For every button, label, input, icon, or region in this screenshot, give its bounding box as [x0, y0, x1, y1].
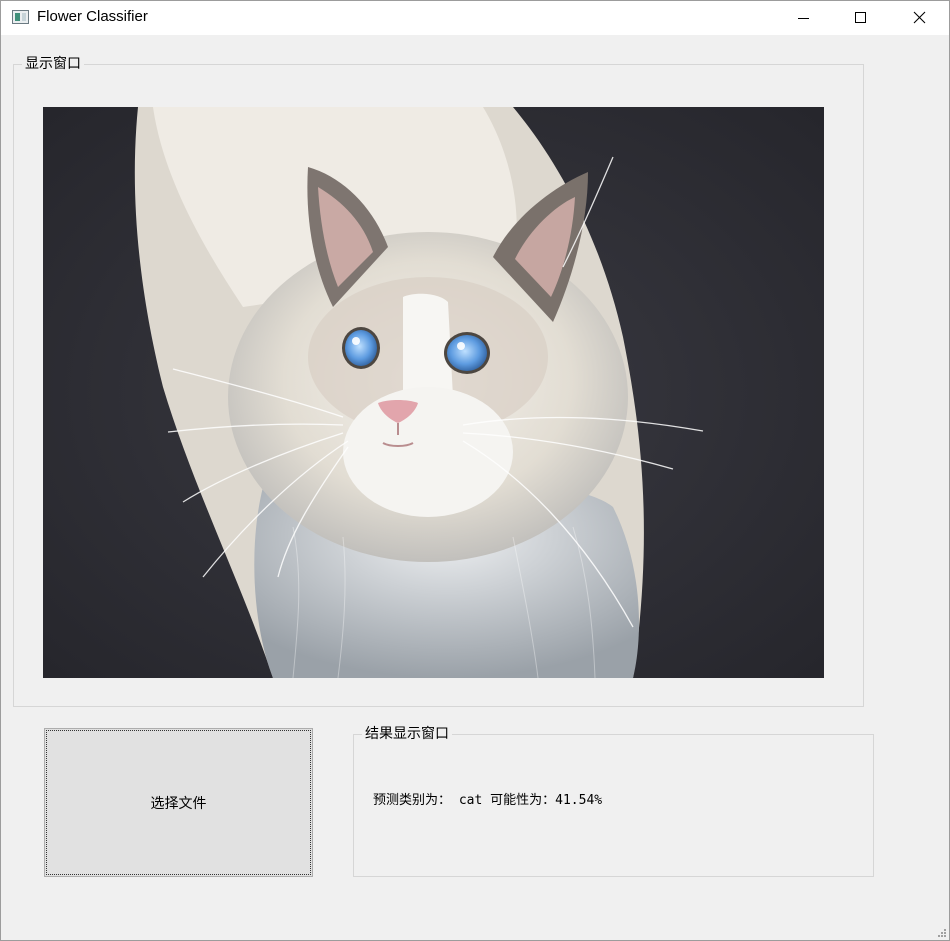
resize-grip-icon[interactable]: [937, 928, 947, 938]
app-window: Flower Classifier 显示窗口 选择文件 结果显示窗口 预测类别为…: [0, 0, 950, 941]
maximize-button[interactable]: [832, 1, 890, 35]
select-file-button[interactable]: 选择文件: [44, 728, 313, 877]
close-icon: [913, 11, 926, 24]
app-icon: [12, 10, 29, 24]
window-title: Flower Classifier: [37, 8, 148, 25]
minimize-button[interactable]: [774, 1, 832, 35]
minimize-icon: [798, 18, 809, 19]
display-groupbox-title: 显示窗口: [22, 55, 84, 73]
title-bar[interactable]: Flower Classifier: [1, 1, 949, 35]
select-file-button-label: 选择文件: [150, 795, 207, 812]
maximize-icon: [855, 12, 866, 23]
cat-photo-image: [43, 107, 824, 678]
cat-photo: [43, 107, 824, 678]
prediction-result-text: 预测类别为： cat 可能性为：41.54%: [373, 793, 603, 808]
close-button[interactable]: [890, 1, 948, 35]
result-groupbox-title: 结果显示窗口: [362, 725, 452, 743]
